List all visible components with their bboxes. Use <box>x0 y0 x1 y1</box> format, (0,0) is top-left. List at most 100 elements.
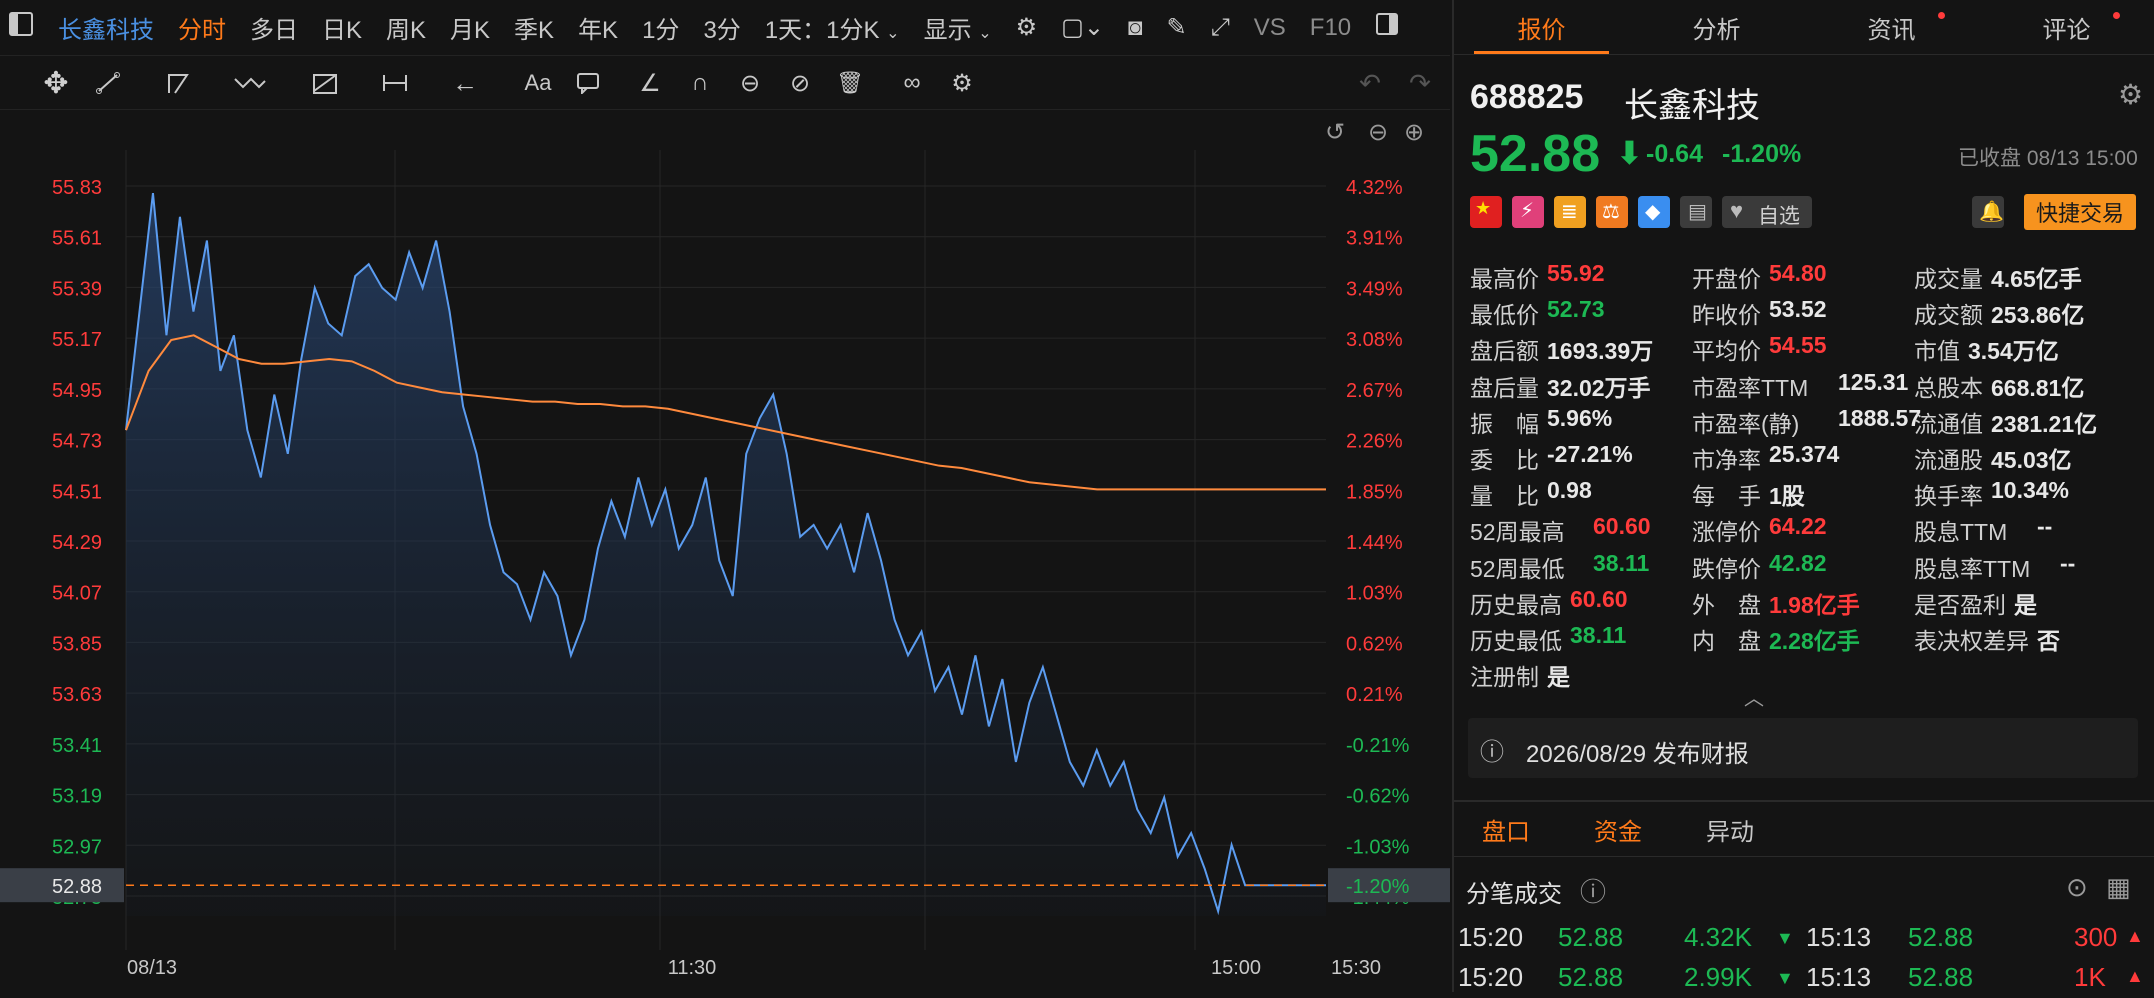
watchlist-button[interactable]: ♥ 自选 <box>1722 196 1812 228</box>
panel-toggle-icon[interactable] <box>1363 12 1411 43</box>
collapse-icon[interactable]: ︿ <box>1744 682 1764 711</box>
right-tab-0[interactable]: 报价 <box>1454 0 1629 54</box>
tab-1[interactable]: 多日 <box>238 10 310 45</box>
settings-icon[interactable]: ⚙ <box>1004 13 1050 42</box>
frame-icon[interactable]: ▢⌄ <box>1049 13 1116 42</box>
stat-label: 注册制 <box>1470 664 1539 691</box>
tab-5[interactable]: 季K <box>502 10 566 45</box>
move-icon[interactable]: ✥ <box>36 67 76 100</box>
china-flag-icon: ★ <box>1470 196 1502 228</box>
quote-settings-icon[interactable]: ⚙ <box>2118 78 2143 111</box>
link-icon[interactable]: ∞ <box>892 68 932 98</box>
redo-icon[interactable]: ↷ <box>1400 68 1440 98</box>
segment-line-icon[interactable] <box>90 68 130 98</box>
compare-button[interactable]: VS <box>1242 14 1298 42</box>
price-chart[interactable]: 55.83 55.61 55.39 55.17 54.95 54.73 54.51 54.29… <box>0 110 1450 992</box>
tab-8[interactable]: 3分 <box>691 10 752 45</box>
y-tick-label-pct: 4.32% <box>1346 177 1403 199</box>
brush-icon[interactable]: ∠ <box>630 68 670 98</box>
y-tick-label: 54.73 <box>52 431 102 453</box>
y-tick-label: 55.17 <box>52 329 102 351</box>
stat-label: 内 盘 <box>1692 628 1761 654</box>
stat-value: 38.11 <box>1593 549 1650 576</box>
display-menu[interactable]: 显示 ⌄ <box>912 10 1004 45</box>
quick-trade-button[interactable]: 快捷交易 <box>2024 194 2136 230</box>
down-triangle-icon: ▼ <box>1776 928 1794 948</box>
stock-name-link[interactable]: 长鑫科技 <box>46 10 166 45</box>
financing-icon: ≣ <box>1554 196 1586 228</box>
y-tick-label-pct: 0.62% <box>1346 633 1403 655</box>
y-tick-label-pct: -1.03% <box>1346 836 1410 858</box>
right-tab-label: 报价 <box>1517 16 1566 44</box>
stat-label: 流通值 <box>1914 410 1983 437</box>
y-tick-label: 55.61 <box>52 228 102 250</box>
red-dot-icon <box>1938 12 1945 19</box>
y-tick-label: 54.07 <box>52 583 102 605</box>
price-change-pct: -1.20% <box>1722 140 1802 168</box>
stock-name: 长鑫科技 <box>1624 87 1760 125</box>
text-icon[interactable]: Aa <box>518 68 558 98</box>
more-icon[interactable]: ⊙ <box>2066 872 2088 903</box>
f10-button[interactable]: F10 <box>1298 14 1363 42</box>
y-tick-label-pct: 3.49% <box>1346 278 1403 300</box>
red-dot-icon <box>2113 12 2120 19</box>
bell-icon[interactable]: 🔔 <box>1972 196 2004 228</box>
last-price: 52.88 <box>1470 125 1601 183</box>
right-tab-1[interactable]: 分析 <box>1629 0 1804 54</box>
grid-view-icon[interactable]: ▦ <box>2106 872 2131 903</box>
sub-tab-2[interactable]: 异动 <box>1706 812 1754 847</box>
wave-icon[interactable] <box>230 68 270 98</box>
stat-value: 10.34% <box>1991 477 2070 504</box>
tab-3[interactable]: 周K <box>374 10 438 45</box>
tick-v2: 300 <box>2074 922 2118 952</box>
right-tab-2[interactable]: 资讯 <box>1804 0 1979 54</box>
arrow-left-icon[interactable]: ← <box>445 68 485 98</box>
undo-icon[interactable]: ↶ <box>1350 68 1390 98</box>
ticks-info-icon[interactable]: ⓘ <box>1580 872 1606 909</box>
tick-p2: 52.88 <box>1908 962 1974 992</box>
stat-label: 每 手 <box>1692 483 1761 510</box>
sub-tab-0[interactable]: 盘口 <box>1482 812 1530 847</box>
tab-4[interactable]: 月K <box>438 10 502 45</box>
tick-p1: 52.88 <box>1558 922 1624 952</box>
trash-icon[interactable]: 🗑 <box>830 68 870 98</box>
measure-icon[interactable] <box>375 68 415 98</box>
stat-value: 52.73 <box>1547 296 1605 323</box>
stat-label: 成交量 <box>1914 266 1983 292</box>
sync-icon[interactable]: ⊖ <box>730 68 770 98</box>
camera-icon[interactable]: ◙ <box>1116 14 1155 42</box>
period-select[interactable]: 1天：1分K ⌄ <box>753 10 912 45</box>
tab-2[interactable]: 日K <box>310 10 374 45</box>
margin-icon: ⚖ <box>1596 196 1628 228</box>
tag-icon[interactable]: ◆ <box>1638 196 1670 228</box>
stat-value: 253.86亿 <box>1991 302 2085 329</box>
tick-t2: 15:13 <box>1806 962 1872 992</box>
tab-7[interactable]: 1分 <box>630 10 691 45</box>
stat-value: 668.81亿 <box>1991 374 2085 401</box>
sub-tab-1[interactable]: 资金 <box>1594 812 1642 847</box>
toolbar-settings-icon[interactable]: ⚙ <box>942 68 982 98</box>
tab-6[interactable]: 年K <box>566 10 630 45</box>
channel-icon[interactable] <box>160 68 200 98</box>
right-tab-3[interactable]: 评论 <box>1979 0 2154 54</box>
hide-icon[interactable]: ⊘ <box>780 68 820 98</box>
stat-value: 54.80 <box>1769 260 1827 286</box>
chevron-down-icon: ⌄ <box>886 25 900 42</box>
down-triangle-icon: ▼ <box>1776 968 1794 988</box>
magnet-icon[interactable]: ∩ <box>680 68 720 98</box>
pencil-icon[interactable]: ✎ <box>1154 13 1198 42</box>
stat-label: 跌停价 <box>1692 555 1761 582</box>
notice-bar[interactable]: ⓘ 2026/08/29 发布财报 <box>1468 718 2138 778</box>
drawing-toolbar: ✥ ← Aa ∠ ∩ ⊖ ⊘ 🗑 ∞ ⚙ ↶ ↷ <box>0 56 1450 110</box>
stat-value: 1股 <box>1769 483 1805 510</box>
tab-0[interactable]: 分时 <box>166 10 238 45</box>
comment-icon[interactable] <box>568 68 608 98</box>
sidebar-toggle-icon[interactable] <box>0 11 46 44</box>
note-icon[interactable]: ▤ <box>1680 196 1712 228</box>
fib-icon[interactable] <box>305 68 345 98</box>
fullscreen-icon[interactable]: ⤢ <box>1199 14 1242 42</box>
stat-label: 52周最低 <box>1470 555 1565 582</box>
stat-label: 股息率TTM <box>1914 555 2031 582</box>
stat-label: 量 比 <box>1470 483 1539 510</box>
stat-value: 60.60 <box>1593 513 1651 540</box>
